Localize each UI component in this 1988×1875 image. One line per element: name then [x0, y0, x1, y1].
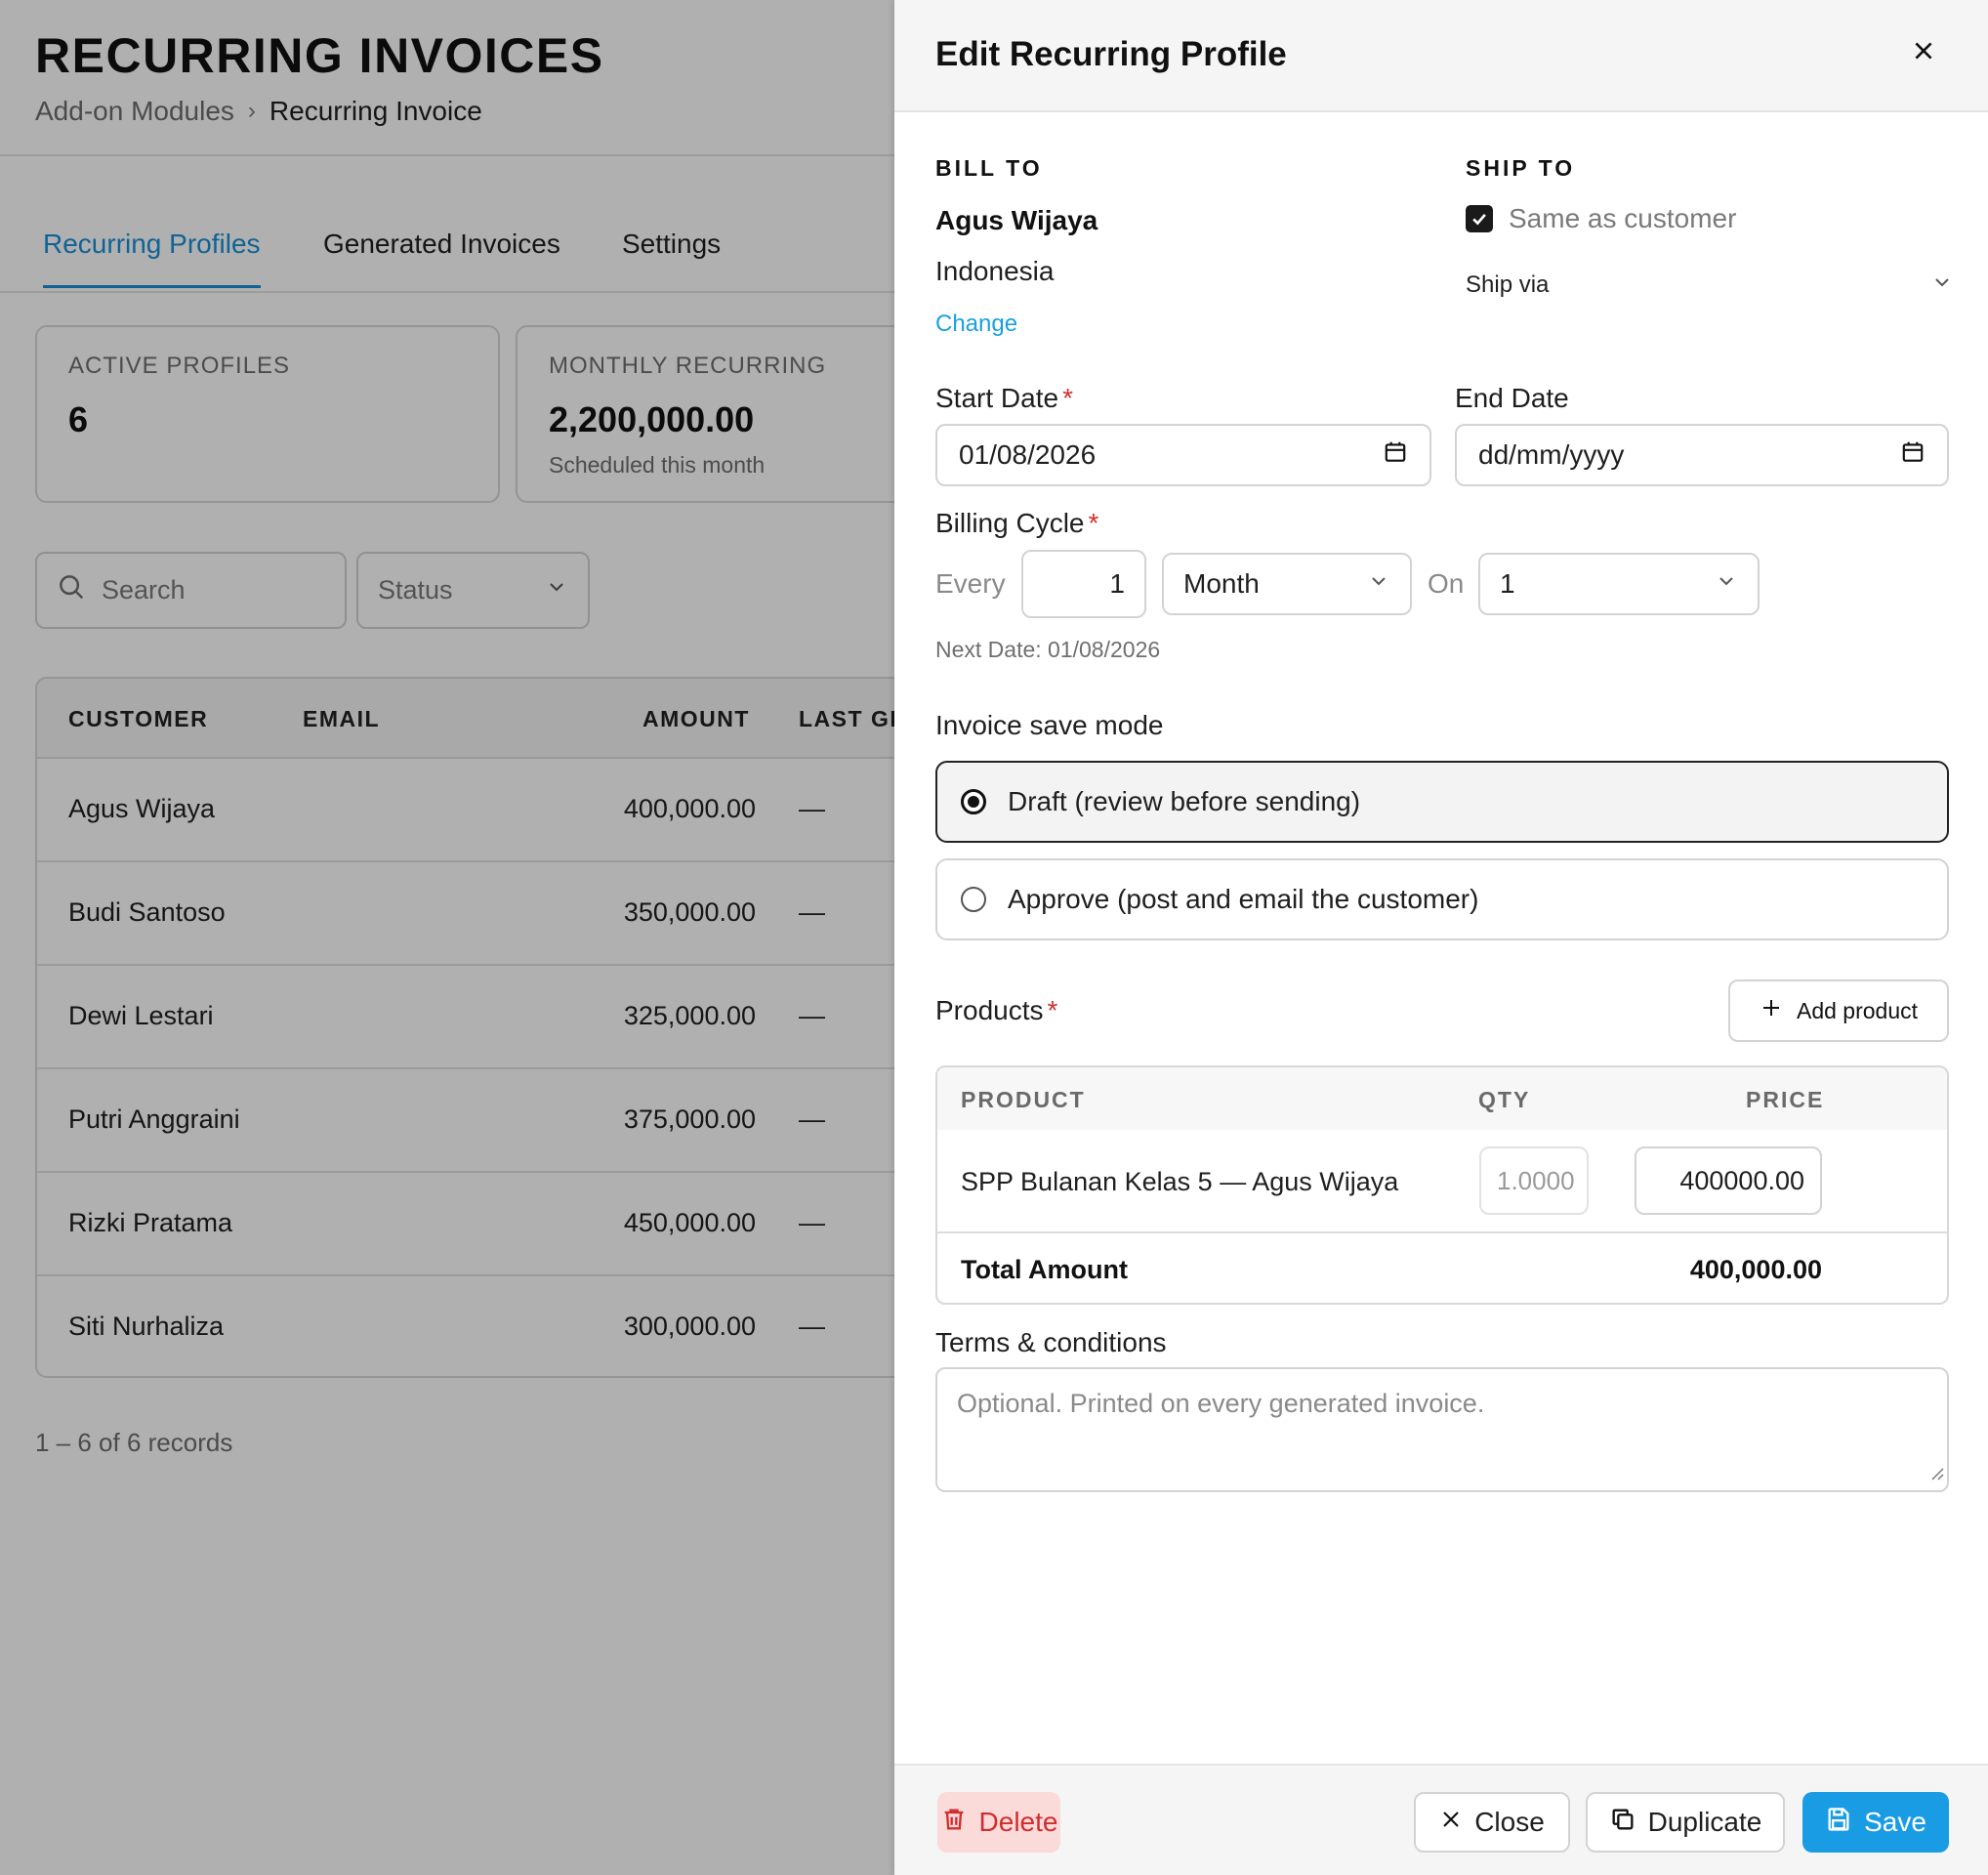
drawer-header: Edit Recurring Profile — [894, 0, 1988, 112]
total-amount-value: 400,000.00 — [1689, 1255, 1822, 1284]
same-as-customer-checkbox[interactable]: Same as customer — [1466, 203, 1736, 234]
save-button[interactable]: Save — [1802, 1792, 1949, 1853]
chevron-down-icon — [1367, 568, 1390, 600]
radio-unselected-icon[interactable] — [961, 887, 986, 912]
cycle-unit-select[interactable]: Month — [1162, 553, 1412, 615]
save-disk-icon — [1825, 1806, 1852, 1840]
calendar-icon[interactable] — [1900, 439, 1926, 472]
ship-to-heading: SHIP TO — [1466, 155, 1576, 181]
every-label: Every — [935, 568, 1006, 599]
chevron-down-icon — [1930, 271, 1954, 301]
drawer-footer: Delete Close Duplicate Save — [894, 1764, 1988, 1875]
add-product-label: Add product — [1796, 997, 1919, 1023]
same-as-customer-label: Same as customer — [1509, 203, 1737, 233]
cycle-day-select[interactable]: 1 — [1478, 553, 1760, 615]
change-customer-link[interactable]: Change — [935, 311, 1017, 338]
start-date-label: Start Date * — [935, 383, 1073, 413]
cycle-interval-input[interactable]: 1 — [1021, 550, 1146, 618]
save-mode-label: Invoice save mode — [935, 710, 1164, 740]
duplicate-button[interactable]: Duplicate — [1586, 1792, 1785, 1853]
ship-via-select[interactable]: Ship via — [1466, 262, 1954, 309]
save-mode-draft-label: Draft (review before sending) — [1008, 786, 1361, 816]
product-qty-input[interactable]: 1.0000 — [1479, 1146, 1589, 1215]
start-date-value: 01/08/2026 — [959, 439, 1097, 470]
save-label: Save — [1864, 1807, 1926, 1837]
bill-to-country: Indonesia — [935, 256, 1055, 286]
end-date-input[interactable]: dd/mm/yyyy — [1455, 424, 1949, 486]
bill-to-name: Agus Wijaya — [935, 205, 1098, 235]
delete-button[interactable]: Delete — [937, 1792, 1060, 1853]
save-mode-approve-label: Approve (post and email the customer) — [1008, 884, 1479, 914]
calendar-icon[interactable] — [1383, 439, 1408, 472]
end-date-placeholder: dd/mm/yyyy — [1478, 439, 1625, 470]
column-header-qty: QTY — [1478, 1087, 1531, 1112]
trash-icon — [940, 1806, 968, 1840]
save-mode-draft-option[interactable]: Draft (review before sending) — [935, 761, 1949, 843]
end-date-label: End Date — [1455, 383, 1569, 413]
products-label: Products * — [935, 995, 1058, 1025]
duplicate-label: Duplicate — [1647, 1807, 1762, 1837]
terms-placeholder: Optional. Printed on every generated inv… — [957, 1389, 1485, 1418]
edit-profile-drawer: Edit Recurring Profile BILL TO Agus Wija… — [894, 0, 1988, 1875]
terms-textarea[interactable]: Optional. Printed on every generated inv… — [935, 1367, 1949, 1492]
chevron-down-icon — [1715, 568, 1738, 600]
delete-label: Delete — [978, 1807, 1058, 1837]
start-date-input[interactable]: 01/08/2026 — [935, 424, 1431, 486]
close-button[interactable]: Close — [1414, 1792, 1570, 1853]
product-price-input[interactable]: 400000.00 — [1635, 1146, 1822, 1215]
total-amount-label: Total Amount — [961, 1255, 1128, 1284]
column-header-price: PRICE — [1746, 1087, 1825, 1112]
checkbox-checked-icon[interactable] — [1466, 205, 1493, 232]
products-total-row: Total Amount 400,000.00 — [937, 1231, 1947, 1303]
save-mode-approve-option[interactable]: Approve (post and email the customer) — [935, 858, 1949, 940]
terms-label: Terms & conditions — [935, 1327, 1167, 1357]
close-icon — [1439, 1807, 1463, 1838]
drawer-title: Edit Recurring Profile — [935, 35, 1287, 73]
on-label: On — [1428, 568, 1465, 599]
product-name: SPP Bulanan Kelas 5 — Agus Wijaya — [961, 1167, 1399, 1196]
products-table: PRODUCT QTY PRICE SPP Bulanan Kelas 5 — … — [935, 1065, 1949, 1305]
close-icon[interactable] — [1904, 31, 1943, 70]
copy-icon — [1609, 1806, 1636, 1840]
radio-selected-icon[interactable] — [961, 789, 986, 814]
cycle-unit-value: Month — [1183, 568, 1260, 599]
add-product-button[interactable]: Add product — [1728, 979, 1949, 1042]
bill-to-heading: BILL TO — [935, 155, 1043, 181]
cycle-day-value: 1 — [1500, 568, 1515, 599]
column-header-product: PRODUCT — [961, 1087, 1086, 1112]
next-date-text: Next Date: 01/08/2026 — [935, 637, 1161, 662]
ship-via-label: Ship via — [1466, 271, 1550, 298]
billing-cycle-label: Billing Cycle * — [935, 508, 1099, 538]
plus-icon — [1760, 996, 1783, 1025]
resize-handle-icon[interactable] — [1928, 1457, 1944, 1487]
products-table-header: PRODUCT QTY PRICE — [937, 1067, 1947, 1130]
close-label: Close — [1474, 1807, 1545, 1837]
